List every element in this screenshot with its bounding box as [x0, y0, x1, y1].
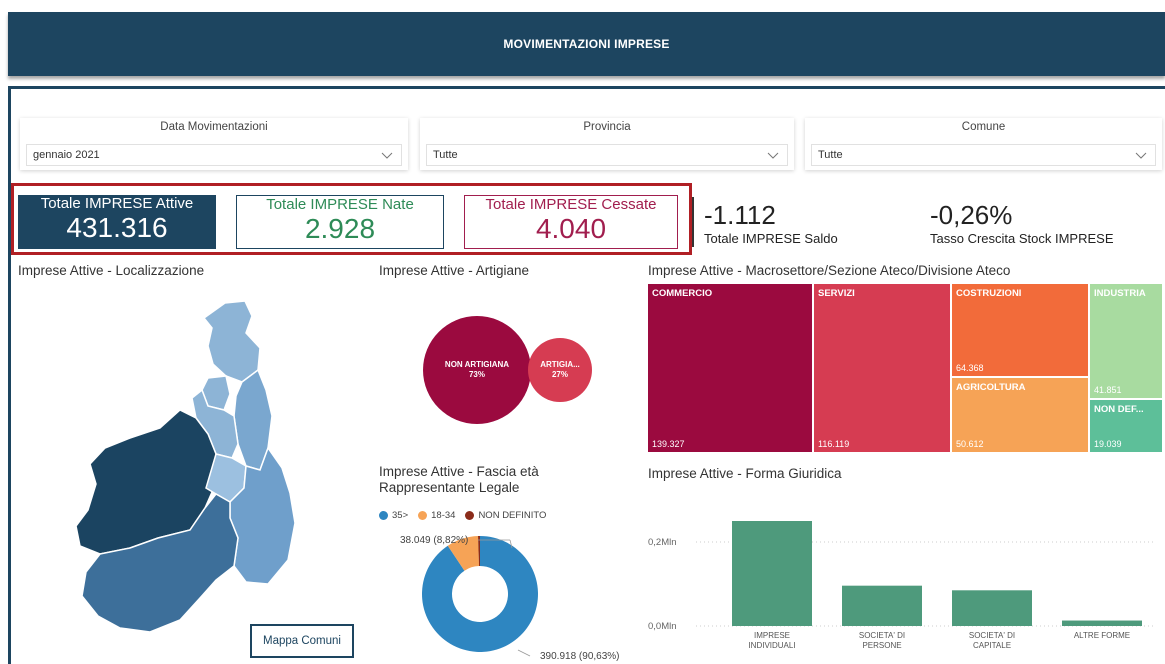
x-tick-label: CAPITALE — [973, 641, 1011, 650]
data-movimentazioni-dropdown[interactable]: gennaio 2021 — [26, 144, 402, 166]
cell-label: NON DEF... — [1094, 404, 1144, 415]
x-tick-label: INDIVIDUALI — [748, 641, 795, 650]
treemap-cell-agricoltura[interactable]: AGRICOLTURA 50.612 — [952, 378, 1088, 452]
dropdown-value: gennaio 2021 — [33, 149, 100, 161]
cell-label: SERVIZI — [818, 288, 855, 299]
treemap-title: Imprese Attive - Macrosettore/Sezione At… — [648, 263, 1011, 278]
x-tick-label: PERSONE — [862, 641, 901, 650]
report-header: MOVIMENTAZIONI IMPRESE — [8, 12, 1165, 76]
x-tick-label: SOCIETA' DI — [969, 631, 1015, 640]
bubble-pct: 73% — [469, 370, 485, 379]
slicer-data-movimentazioni: Data Movimentazioni gennaio 2021 — [20, 118, 408, 170]
fascia-donut-chart[interactable]: 38.049 (8,82%) 390.918 (90,63%) — [370, 528, 645, 664]
treemap-cell-servizi[interactable]: SERVIZI 116.119 — [814, 284, 950, 452]
chevron-down-icon — [381, 152, 393, 159]
cell-label: COMMERCIO — [652, 288, 713, 299]
cell-value: 50.612 — [956, 439, 984, 449]
kpi-card-cessate: Totale IMPRESE Cessate 4.040 — [464, 195, 678, 249]
donut-data-label-big: 390.918 (90,63%) — [540, 651, 620, 662]
slicer-title: Data Movimentazioni — [160, 121, 268, 133]
treemap-cell-non-definito[interactable]: NON DEF... 19.039 — [1090, 400, 1162, 452]
forma-bar-chart[interactable]: 0,0Mln 0,2Mln IMPRESEINDIVIDUALI SOCIETA' D… — [646, 490, 1162, 664]
kpi-label: Totale IMPRESE Cessate — [485, 196, 657, 213]
y-tick-label: 0,2Mln — [648, 537, 677, 548]
saldo-value: -1.112 — [704, 200, 776, 230]
cell-label: INDUSTRIA — [1094, 288, 1146, 299]
y-tick-label: 0,0Mln — [648, 621, 677, 632]
x-tick-label: IMPRESE — [754, 631, 790, 640]
artigiane-bubble-chart[interactable]: NON ARTIGIANA 73% ARTIGIA... 27% — [420, 315, 600, 425]
tasso-label: Tasso Crescita Stock IMPRESE — [930, 231, 1114, 246]
fascia-title: Imprese Attive - Fascia età Rappresentan… — [379, 464, 539, 496]
divider — [692, 197, 694, 247]
slicer-title: Comune — [961, 121, 1006, 133]
saldo-label: Totale IMPRESE Saldo — [704, 231, 838, 246]
slicer-title: Provincia — [583, 121, 631, 133]
cell-value: 41.851 — [1094, 385, 1122, 395]
map-title: Imprese Attive - Localizzazione — [18, 263, 205, 278]
cell-label: AGRICOLTURA — [956, 382, 1026, 393]
legend-label: NON DEFINITO — [478, 510, 547, 521]
kpi-value: 4.040 — [535, 213, 607, 244]
bubble-pct: 27% — [552, 370, 568, 379]
piemonte-map[interactable] — [20, 298, 330, 664]
kpi-value: 2.928 — [304, 213, 376, 244]
donut-data-label-small: 38.049 (8,82%) — [400, 535, 468, 546]
slicer-comune: Comune Tutte — [805, 118, 1162, 170]
bubble-label: ARTIGIA... — [540, 360, 580, 369]
slicer-provincia: Provincia Tutte — [420, 118, 794, 170]
fascia-legend: 35> 18-34 NON DEFINITO — [379, 510, 546, 521]
treemap-cell-commercio[interactable]: COMMERCIO 139.327 — [648, 284, 812, 452]
cell-value: 64.368 — [956, 363, 984, 373]
legend-label: 35> — [392, 510, 409, 521]
treemap-cell-industria[interactable]: INDUSTRIA 41.851 — [1090, 284, 1162, 398]
dropdown-value: Tutte — [433, 149, 458, 161]
bar-2 — [842, 585, 922, 626]
bar-4 — [1062, 620, 1142, 626]
forma-title: Imprese Attive - Forma Giuridica — [648, 466, 842, 481]
cell-value: 19.039 — [1094, 439, 1122, 449]
kpi-card-attive: Totale IMPRESE Attive 431.316 — [18, 195, 216, 249]
x-tick-label: SOCIETA' DI — [859, 631, 905, 640]
treemap-cell-costruzioni[interactable]: COSTRUZIONI 64.368 — [952, 284, 1088, 376]
bubble-label: NON ARTIGIANA — [445, 360, 509, 369]
x-tick-label: ALTRE FORME — [1074, 631, 1130, 640]
provincia-dropdown[interactable]: Tutte — [426, 144, 788, 166]
mappa-comuni-button[interactable]: Mappa Comuni — [250, 624, 354, 658]
bar-1 — [732, 521, 812, 626]
kpi-label: Totale IMPRESE Nate — [266, 196, 414, 213]
fascia-title-line2: Rappresentante Legale — [379, 480, 520, 495]
legend-label: 18-34 — [431, 510, 456, 521]
chevron-down-icon — [1135, 152, 1147, 159]
legend-dot — [465, 511, 475, 520]
comune-dropdown[interactable]: Tutte — [811, 144, 1156, 166]
kpi-value: 431.316 — [66, 212, 168, 243]
kpi-card-nate: Totale IMPRESE Nate 2.928 — [236, 195, 444, 249]
map-region-vco — [202, 300, 261, 383]
legend-dot — [379, 511, 388, 520]
report-title: MOVIMENTAZIONI IMPRESE — [503, 37, 670, 51]
tasso-value: -0,26% — [930, 200, 1013, 230]
cell-value: 139.327 — [652, 439, 685, 449]
cell-value: 116.119 — [818, 439, 850, 449]
legend-dot — [418, 511, 428, 520]
cell-label: COSTRUZIONI — [956, 288, 1022, 299]
bar-3 — [952, 590, 1032, 626]
chevron-down-icon — [767, 152, 779, 159]
kpi-label: Totale IMPRESE Attive — [40, 195, 194, 212]
fascia-title-line1: Imprese Attive - Fascia età — [379, 464, 539, 479]
dropdown-value: Tutte — [818, 149, 843, 161]
artigiane-title: Imprese Attive - Artigiane — [379, 263, 530, 278]
